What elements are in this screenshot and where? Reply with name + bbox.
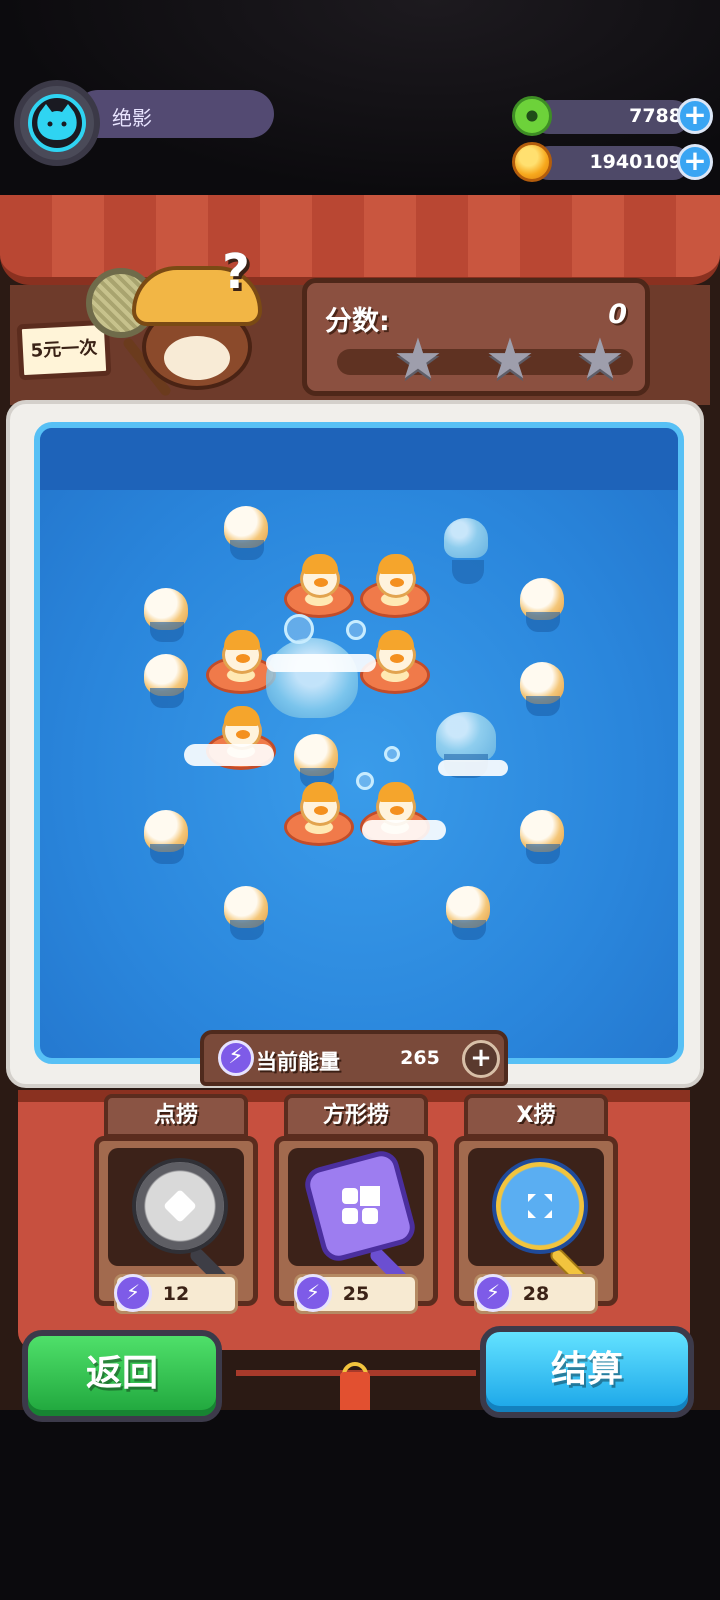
tool-name: 方形捞 (284, 1094, 428, 1138)
planet-currency-value: 1940109 (589, 151, 682, 173)
clam-shell[interactable] (266, 638, 358, 718)
tool-dot-net[interactable]: 点捞 12 ⚡ (94, 1094, 258, 1316)
score-progress-bar: ★ ★ ★ (337, 332, 633, 388)
donut-currency: 7788 + (512, 96, 713, 136)
energy-label: 当前能量 (256, 1050, 340, 1074)
donut-icon (512, 96, 552, 136)
tool-cost-value: 28 (522, 1283, 550, 1305)
planet-currency: 1940109 + (512, 142, 713, 182)
player-name: 绝影 (112, 106, 152, 130)
add-donut-button[interactable]: + (677, 98, 713, 134)
jellyfish[interactable] (444, 518, 488, 588)
expand-arrows-icon (524, 1190, 556, 1222)
tool-cost-value: 25 (342, 1283, 370, 1305)
energy-panel: ⚡ 当前能量 265 + (200, 1030, 508, 1086)
fishing-pool[interactable] (34, 422, 684, 1064)
star-icon: ★ (574, 327, 626, 392)
water-splash (266, 654, 376, 672)
settle-button[interactable]: 结算 (480, 1326, 694, 1418)
score-value: 0 (608, 299, 627, 330)
player-name-pill (74, 90, 274, 138)
water-splash (362, 820, 446, 840)
otter-muzzle (164, 336, 230, 380)
lightning-icon: ⚡ (114, 1274, 152, 1312)
avatar[interactable] (14, 80, 100, 166)
cat-avatar-icon (28, 94, 86, 152)
water-sprite[interactable] (520, 810, 564, 864)
bubble (346, 620, 366, 640)
grid-icon (340, 1186, 380, 1226)
bubble (384, 746, 400, 762)
bubble (356, 772, 374, 790)
planet-icon (512, 142, 552, 182)
lightning-icon: ⚡ (474, 1274, 512, 1312)
otter-mascot (86, 244, 306, 404)
pool-shade (40, 428, 678, 490)
flag-icon (340, 1372, 370, 1412)
star-icon: ★ (484, 327, 536, 392)
energy-value: 265 (400, 1047, 440, 1069)
water-sprite[interactable] (224, 886, 268, 940)
water-sprite[interactable] (294, 734, 338, 788)
tool-x-net[interactable]: X捞 28 ⚡ (454, 1094, 618, 1316)
tool-name: 点捞 (104, 1094, 248, 1138)
add-energy-button[interactable]: + (462, 1040, 500, 1078)
player-profile[interactable]: 绝影 (14, 80, 274, 166)
star-icon: ★ (392, 327, 444, 392)
bottom-background (0, 1410, 720, 1600)
water-sprite[interactable] (520, 662, 564, 716)
add-planet-button[interactable]: + (677, 144, 713, 180)
cat-face-icon (37, 104, 77, 140)
water-sprite[interactable] (144, 654, 188, 708)
water-sprite[interactable] (144, 810, 188, 864)
lightning-icon: ⚡ (218, 1040, 254, 1076)
bubble (284, 614, 314, 644)
tool-square-net[interactable]: 方形捞 25 ⚡ (274, 1094, 438, 1316)
tool-name: X捞 (464, 1094, 608, 1138)
duck-swim-ring[interactable] (284, 554, 354, 620)
question-mark-icon: ? (222, 244, 250, 300)
duck-swim-ring[interactable] (284, 782, 354, 848)
score-label: 分数: (325, 306, 390, 337)
water-sprite[interactable] (144, 588, 188, 642)
water-sprite[interactable] (446, 886, 490, 940)
back-button[interactable]: 返回 (22, 1330, 222, 1422)
tool-cost-value: 12 (162, 1283, 190, 1305)
water-splash (184, 744, 274, 766)
duck-swim-ring[interactable] (360, 554, 430, 620)
water-sprite[interactable] (520, 578, 564, 632)
lightning-icon: ⚡ (294, 1274, 332, 1312)
donut-currency-value: 7788 (629, 105, 682, 127)
water-sprite[interactable] (224, 506, 268, 560)
score-panel: 分数: 0 ★ ★ ★ (302, 278, 650, 396)
water-splash (438, 760, 508, 776)
